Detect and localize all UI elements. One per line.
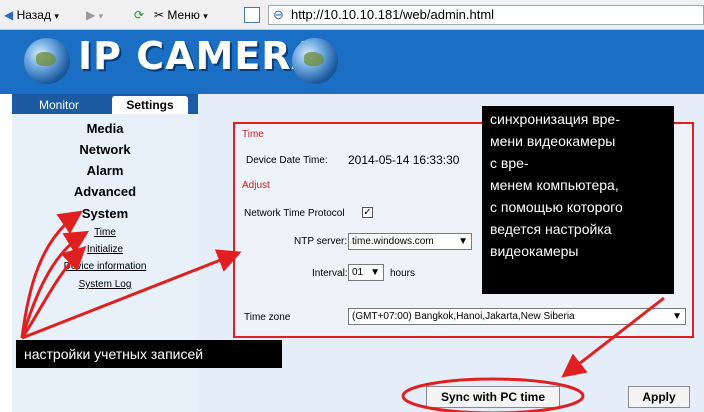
interval-label: Interval: — [312, 268, 348, 279]
forward-arrow-icon: ▶ — [86, 8, 96, 22]
adjust-heading: Adjust — [242, 180, 270, 191]
sidebar-link-time[interactable]: Time — [12, 227, 198, 238]
sidebar-item-alarm[interactable]: Alarm — [12, 163, 198, 178]
timezone-value: (GMT+07:00) Bangkok,Hanoi,Jakarta,New Si… — [352, 311, 575, 322]
note-line: менем компьютера, — [490, 177, 619, 193]
ntp-server-label: NTP server: — [294, 236, 348, 247]
back-button[interactable]: ◀ Назад ▾ — [4, 6, 59, 24]
timezone-select[interactable]: (GMT+07:00) Bangkok,Hanoi,Jakarta,New Si… — [348, 308, 686, 325]
back-arrow-icon: ◀ — [4, 8, 14, 22]
address-bar[interactable]: ⊖ http://10.10.10.181/web/admin.html — [268, 5, 704, 25]
menu-button[interactable]: ✂ Меню ▾ — [154, 6, 208, 24]
sync-with-pc-time-button[interactable]: Sync with PC time — [426, 386, 560, 408]
note-line: видеокамеры — [490, 243, 579, 259]
tools-icon: ✂ — [154, 8, 165, 22]
note-line: ведется настройка — [490, 221, 612, 237]
device-date-time-label: Device Date Time: — [246, 155, 328, 166]
menu-dropdown-icon: ▾ — [203, 11, 208, 21]
note-line: мени видеокамеры — [490, 133, 616, 149]
ntp-server-value: time.windows.com — [352, 236, 434, 247]
sidebar-link-system-log[interactable]: System Log — [12, 279, 198, 290]
apply-button[interactable]: Apply — [628, 386, 690, 408]
tab-settings[interactable]: Settings — [112, 96, 188, 114]
globe-logo-icon — [292, 38, 338, 84]
time-heading: Time — [242, 129, 264, 140]
browser-toolbar: ◀ Назад ▾ ▶ ▾ ⟳ ✂ Меню ▾ ⊖ http://10.10.… — [0, 0, 704, 30]
forward-button[interactable]: ▶ ▾ — [86, 6, 103, 24]
globe-logo-icon — [24, 38, 70, 84]
sidebar-item-network[interactable]: Network — [12, 142, 198, 157]
menu-label: Меню — [167, 8, 200, 22]
sidebar-link-device-information[interactable]: Device information — [12, 261, 198, 272]
accounts-annotation-note: настройки учетных записей — [16, 340, 282, 368]
note-line: с помощью которого — [490, 199, 623, 215]
note-line: синхронизация вре- — [490, 111, 620, 127]
sidebar-link-initialize[interactable]: Initialize — [12, 244, 198, 255]
refresh-icon[interactable]: ⟳ — [134, 6, 144, 24]
back-dropdown-icon: ▾ — [54, 11, 59, 21]
interval-value: 01 — [352, 267, 364, 278]
interval-unit: hours — [390, 268, 416, 279]
page-icon: ⊖ — [273, 7, 284, 22]
sidebar-item-media[interactable]: Media — [12, 121, 198, 136]
chevron-down-icon: ▼ — [458, 236, 468, 247]
timezone-label: Time zone — [244, 312, 291, 323]
ntp-label: Network Time Protocol — [244, 208, 345, 219]
ntp-checkbox[interactable]: ✓ — [362, 207, 373, 218]
chevron-down-icon: ▼ — [370, 267, 380, 278]
header-banner: IP CAMERA — [0, 30, 704, 94]
ntp-server-select[interactable]: time.windows.com ▼ — [348, 233, 472, 250]
interval-select[interactable]: 01 ▼ — [348, 264, 384, 281]
left-margin — [0, 94, 12, 412]
sidebar-item-advanced[interactable]: Advanced — [12, 184, 198, 199]
device-date-time-value: 2014-05-14 16:33:30 — [348, 153, 460, 167]
address-text: http://10.10.10.181/web/admin.html — [291, 7, 495, 22]
sync-annotation-note: синхронизация вре- мени видеокамеры с вр… — [482, 106, 674, 294]
note-line: с вре- — [490, 155, 529, 171]
window-icon[interactable] — [244, 7, 260, 23]
tab-monitor[interactable]: Monitor — [26, 96, 92, 114]
banner-title: IP CAMERA — [78, 34, 322, 78]
forward-dropdown-icon: ▾ — [98, 11, 104, 21]
chevron-down-icon: ▼ — [672, 311, 682, 322]
back-label: Назад — [16, 8, 51, 22]
sidebar-item-system[interactable]: System — [12, 206, 198, 221]
tab-bar: Monitor Settings — [12, 94, 198, 114]
